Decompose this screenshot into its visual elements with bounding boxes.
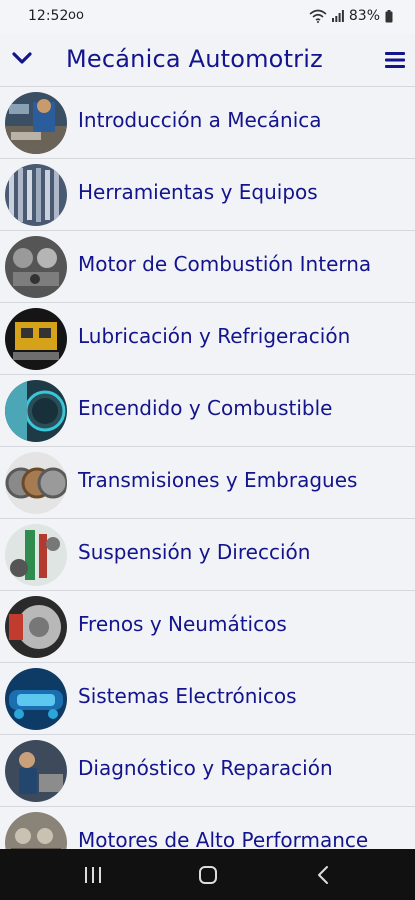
list-item-herramientas[interactable]: Herramientas y Equipos <box>0 159 415 231</box>
item-label: Transmisiones y Embragues <box>78 468 358 492</box>
status-indicators: 83% <box>309 8 393 24</box>
item-label: Introducción a Mecánica <box>78 108 322 132</box>
back-icon[interactable] <box>316 865 330 889</box>
battery-percentage: 83% <box>348 8 380 24</box>
topic-thumbnail <box>5 164 67 226</box>
page-title: Mecánica Automotriz <box>66 45 323 73</box>
item-label: Lubricación y Refrigeración <box>78 324 351 348</box>
item-label: Diagnóstico y Reparación <box>78 756 333 780</box>
app-bar: Mecánica Automotriz <box>0 34 415 87</box>
list-item-encendido[interactable]: Encendido y Combustible <box>0 375 415 447</box>
item-label: Encendido y Combustible <box>78 396 333 420</box>
hamburger-menu-icon[interactable] <box>384 49 406 71</box>
list-item-transmisiones[interactable]: Transmisiones y Embragues <box>0 447 415 519</box>
topic-thumbnail <box>5 740 67 802</box>
list-item-diagnostico[interactable]: Diagnóstico y Reparación <box>0 735 415 807</box>
signal-icon <box>331 10 344 22</box>
status-bar: 12:52 oo 83% <box>0 0 415 34</box>
list-item-frenos[interactable]: Frenos y Neumáticos <box>0 591 415 663</box>
list-item-motor[interactable]: Motor de Combustión Interna <box>0 231 415 303</box>
topic-thumbnail <box>5 308 67 370</box>
list-item-introduccion[interactable]: Introducción a Mecánica <box>0 87 415 159</box>
home-icon[interactable] <box>198 865 218 889</box>
topic-thumbnail <box>5 596 67 658</box>
chevron-down-icon[interactable] <box>10 46 34 70</box>
wifi-icon <box>309 9 327 23</box>
topic-thumbnail <box>5 236 67 298</box>
battery-icon <box>385 9 393 23</box>
recent-apps-icon[interactable] <box>84 866 102 888</box>
system-navigation-bar <box>0 849 415 900</box>
item-label: Sistemas Electrónicos <box>78 684 297 708</box>
item-label: Frenos y Neumáticos <box>78 612 287 636</box>
topic-thumbnail <box>5 524 67 586</box>
list-item-sistemas-electronicos[interactable]: Sistemas Electrónicos <box>0 663 415 735</box>
topic-thumbnail <box>5 452 67 514</box>
item-label: Herramientas y Equipos <box>78 180 318 204</box>
topic-thumbnail <box>5 668 67 730</box>
list-item-lubricacion[interactable]: Lubricación y Refrigeración <box>0 303 415 375</box>
topic-list: Introducción a Mecánica Herramientas y E… <box>0 87 415 879</box>
topic-thumbnail <box>5 92 67 154</box>
list-item-suspension[interactable]: Suspensión y Dirección <box>0 519 415 591</box>
item-label: Suspensión y Dirección <box>78 540 311 564</box>
topic-thumbnail <box>5 380 67 442</box>
status-time: 12:52 <box>28 8 69 24</box>
voicemail-icon: oo <box>68 8 84 23</box>
item-label: Motor de Combustión Interna <box>78 252 372 276</box>
